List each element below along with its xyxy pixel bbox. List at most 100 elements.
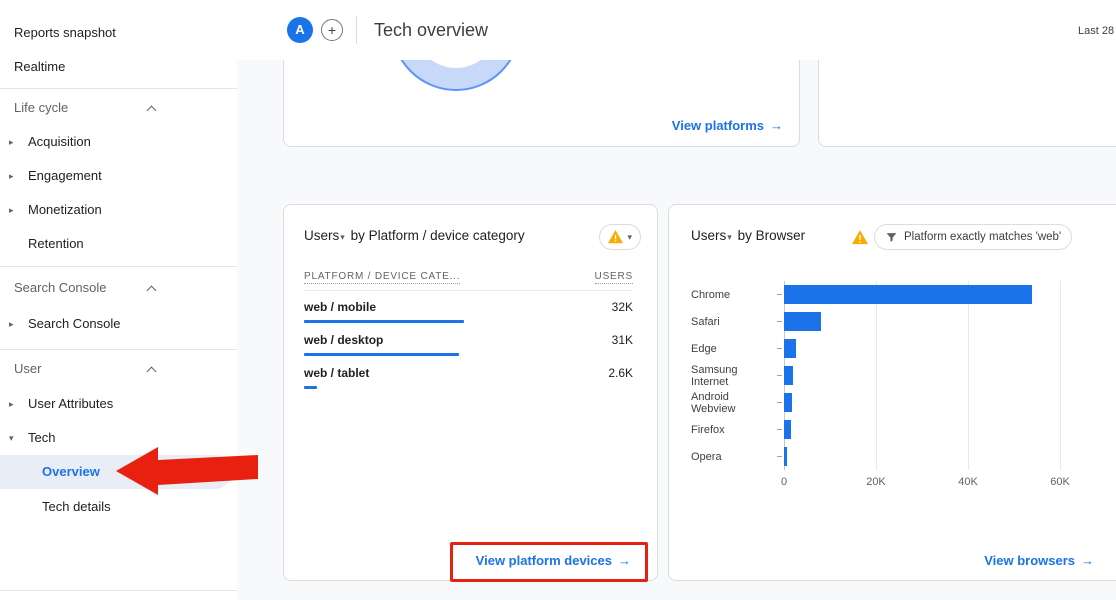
date-range-selector[interactable]: Last 28 <box>1078 25 1114 37</box>
sidebar-item-overview[interactable]: Overview <box>0 455 232 489</box>
chart-row: Opera <box>691 443 1091 470</box>
sidebar-item-search-console[interactable]: ▸ Search Console <box>0 307 237 341</box>
link-label: View platforms <box>672 118 764 133</box>
bar <box>784 420 791 439</box>
sidebar-section-user[interactable]: User <box>0 353 237 385</box>
bar-track <box>784 339 1060 358</box>
caret-down-icon: ▾ <box>727 232 732 242</box>
row-users-value: 31K <box>612 333 633 347</box>
tick-mark <box>777 294 782 295</box>
x-tick-label: 0 <box>781 476 787 488</box>
filter-funnel-icon <box>885 231 898 244</box>
chart-row: Samsung Internet <box>691 362 1091 389</box>
row-category: web / tablet <box>304 366 369 380</box>
divider <box>0 349 237 350</box>
sidebar-section-life-cycle[interactable]: Life cycle <box>0 92 237 124</box>
section-label: User <box>14 361 41 376</box>
x-tick-label: 40K <box>958 476 978 488</box>
divider <box>356 16 357 44</box>
filter-chip[interactable]: Platform exactly matches 'web' <box>874 224 1072 250</box>
expand-right-icon: ▸ <box>9 159 14 193</box>
account-avatar[interactable]: A <box>287 17 313 43</box>
chevron-up-icon <box>147 367 157 377</box>
browser-bar-chart: Chrome Safari Edge Samsung Internet Andr <box>691 281 1091 470</box>
tick-mark <box>777 402 782 403</box>
card-title-rest: by Browser <box>738 228 806 243</box>
column-header-category[interactable]: PLATFORM / DEVICE CATE... <box>304 271 460 284</box>
view-browsers-link[interactable]: View browsers→ <box>984 553 1094 568</box>
chart-row: Edge <box>691 335 1091 362</box>
bar <box>784 285 1032 304</box>
expand-right-icon: ▸ <box>9 387 14 421</box>
section-label: Life cycle <box>14 100 68 115</box>
x-tick-label: 60K <box>1050 476 1070 488</box>
category-label: Edge <box>691 343 775 355</box>
category-label: Chrome <box>691 289 775 301</box>
data-warning-dropdown[interactable]: ▾ <box>599 224 641 250</box>
row-users-value: 32K <box>612 300 633 314</box>
add-comparison-button[interactable]: + <box>321 19 343 41</box>
divider <box>0 266 237 267</box>
item-label: Search Console <box>28 316 121 331</box>
bar-track <box>784 285 1060 304</box>
expand-right-icon: ▸ <box>9 125 14 159</box>
card-title: Users▾ by Platform / device category <box>304 228 525 243</box>
row-bar <box>304 353 459 356</box>
item-label: Monetization <box>28 202 102 217</box>
sidebar-item-user-attributes[interactable]: ▸ User Attributes <box>0 387 237 421</box>
filter-chip-label: Platform exactly matches 'web' <box>904 231 1061 243</box>
chevron-up-icon <box>147 106 157 116</box>
arrow-right-icon: → <box>1081 553 1094 568</box>
category-label: Firefox <box>691 424 775 436</box>
realtime-card: View realtime→ <box>818 60 1116 147</box>
column-header-users[interactable]: USERS <box>595 271 633 284</box>
metric-selector[interactable]: Users <box>304 228 339 243</box>
caret-down-icon: ▾ <box>627 232 632 243</box>
card-title: Users▾ by Browser <box>691 228 805 243</box>
category-label: Safari <box>691 316 775 328</box>
table-row: web / desktop 31K <box>304 330 633 363</box>
tick-mark <box>777 321 782 322</box>
category-label: Android Webview <box>691 391 775 415</box>
sidebar-item-realtime[interactable]: Realtime <box>0 50 237 84</box>
caret-down-icon: ▾ <box>340 232 345 242</box>
item-label: Engagement <box>28 168 102 183</box>
chart-row: Firefox <box>691 416 1091 443</box>
table-row: web / tablet 2.6K <box>304 363 633 396</box>
donut-chart <box>391 60 521 91</box>
bar <box>784 366 793 385</box>
sidebar-item-tech[interactable]: ▾ Tech <box>0 421 237 455</box>
item-label: User Attributes <box>28 396 113 411</box>
sidebar-item-reports-snapshot[interactable]: Reports snapshot <box>0 16 237 50</box>
bar-track <box>784 366 1060 385</box>
bar-track <box>784 447 1060 466</box>
chart-row: Android Webview <box>691 389 1091 416</box>
bar <box>784 447 787 466</box>
sidebar-item-acquisition[interactable]: ▸ Acquisition <box>0 125 237 159</box>
section-label: Search Console <box>14 280 107 295</box>
warning-icon[interactable] <box>852 230 868 250</box>
tick-mark <box>777 456 782 457</box>
table-row: web / mobile 32K <box>304 297 633 330</box>
row-bar <box>304 320 464 323</box>
sidebar-item-engagement[interactable]: ▸ Engagement <box>0 159 237 193</box>
divider <box>0 590 237 591</box>
table-header: PLATFORM / DEVICE CATE... USERS <box>304 267 633 291</box>
chart-row: Chrome <box>691 281 1091 308</box>
metric-selector[interactable]: Users <box>691 228 726 243</box>
platforms-donut-card: View platforms→ <box>283 60 800 147</box>
sidebar-section-search-console[interactable]: Search Console <box>0 272 237 304</box>
top-header: A + Tech overview Last 28 <box>237 0 1116 60</box>
bar <box>784 339 796 358</box>
tick-mark <box>777 348 782 349</box>
row-category: web / desktop <box>304 333 383 347</box>
tick-mark <box>777 429 782 430</box>
bar-track <box>784 312 1060 331</box>
view-platforms-link[interactable]: View platforms→ <box>672 118 783 133</box>
sidebar-item-tech-details[interactable]: Tech details <box>0 490 237 524</box>
sidebar-item-retention[interactable]: Retention <box>0 227 237 261</box>
sidebar-item-monetization[interactable]: ▸ Monetization <box>0 193 237 227</box>
divider <box>0 88 237 89</box>
donut-hole <box>414 60 498 68</box>
x-axis-ticks: 0 20K 40K 60K <box>784 476 1060 490</box>
